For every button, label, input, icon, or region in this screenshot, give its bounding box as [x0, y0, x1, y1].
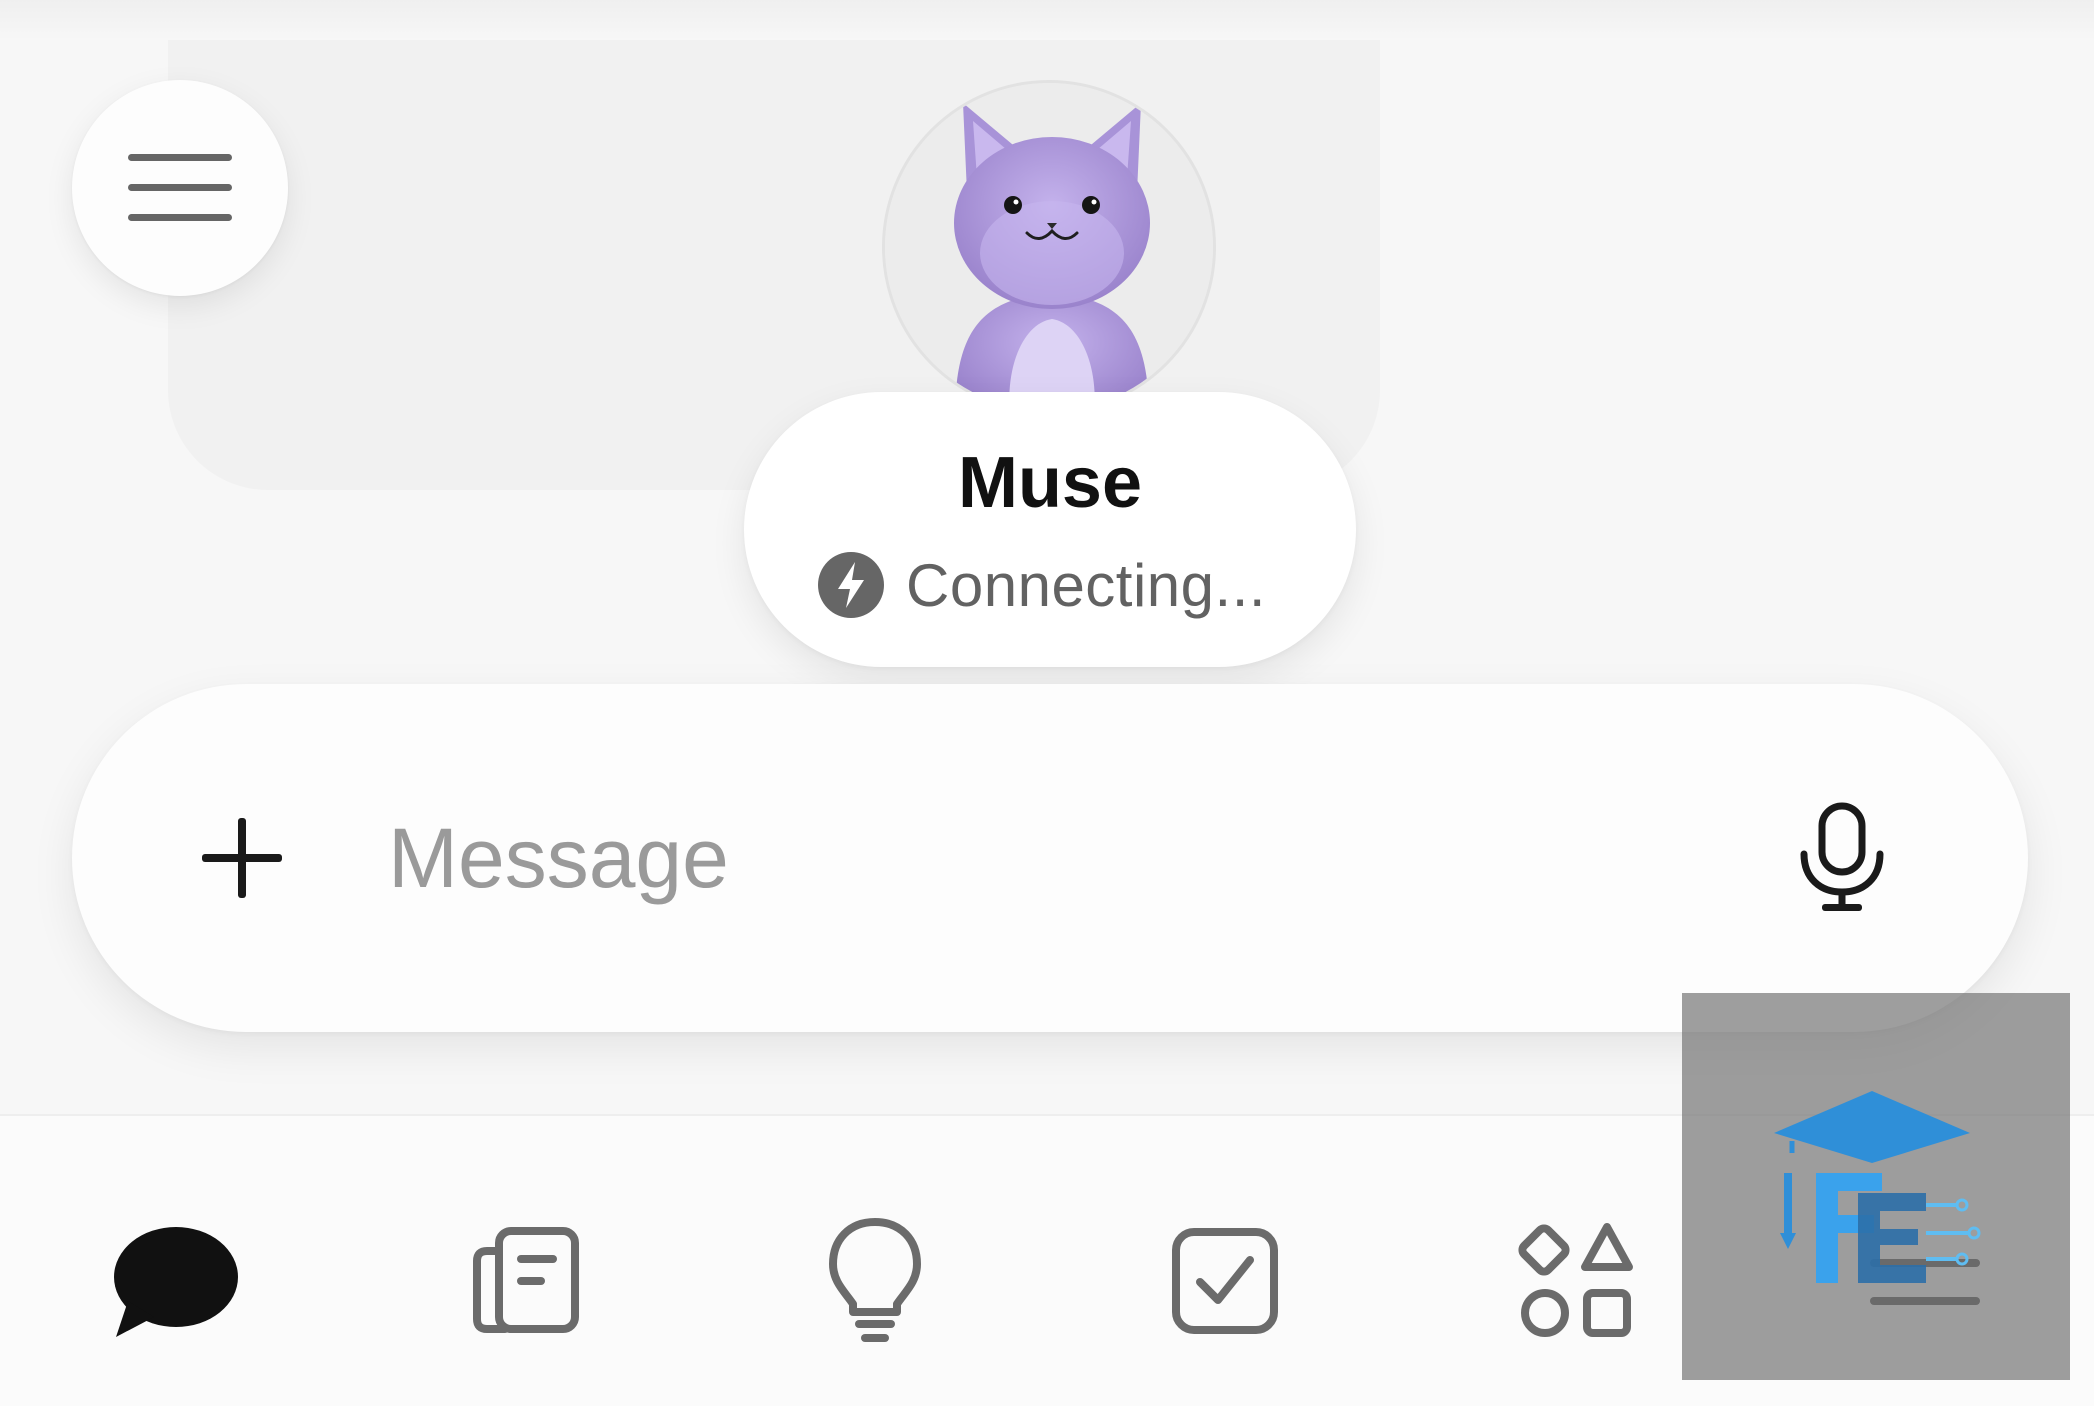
lightbulb-icon	[829, 1218, 921, 1342]
tab-notes[interactable]	[460, 1216, 590, 1346]
shapes-icon	[1518, 1223, 1633, 1337]
avatar[interactable]	[882, 80, 1216, 414]
status-text: Connecting...	[906, 551, 1267, 619]
checkbox-icon	[1172, 1228, 1278, 1334]
message-input[interactable]	[388, 798, 1708, 918]
hamburger-icon	[128, 154, 232, 221]
chat-bubble-icon	[114, 1227, 238, 1337]
tab-apps[interactable]	[1510, 1216, 1640, 1346]
watermark-logo	[1682, 993, 2070, 1380]
microphone-button[interactable]	[1788, 802, 1896, 914]
notes-icon	[473, 1227, 579, 1333]
tab-chat[interactable]	[110, 1216, 240, 1346]
tab-tasks[interactable]	[1160, 1216, 1290, 1346]
top-fade	[0, 0, 2094, 40]
message-composer	[72, 684, 2028, 1032]
connection-status: Connecting...	[818, 548, 1266, 622]
add-attachment-button[interactable]	[192, 808, 292, 908]
plus-icon	[202, 818, 282, 898]
lightning-bolt-icon	[818, 552, 884, 618]
tab-ideas[interactable]	[810, 1216, 940, 1346]
menu-button[interactable]	[72, 80, 288, 296]
contact-card[interactable]: Muse Connecting...	[744, 392, 1356, 667]
education-logo-icon	[1774, 1091, 1981, 1283]
contact-name: Muse	[957, 443, 1143, 523]
cat-avatar-image	[885, 83, 1213, 411]
microphone-icon	[1800, 802, 1884, 911]
